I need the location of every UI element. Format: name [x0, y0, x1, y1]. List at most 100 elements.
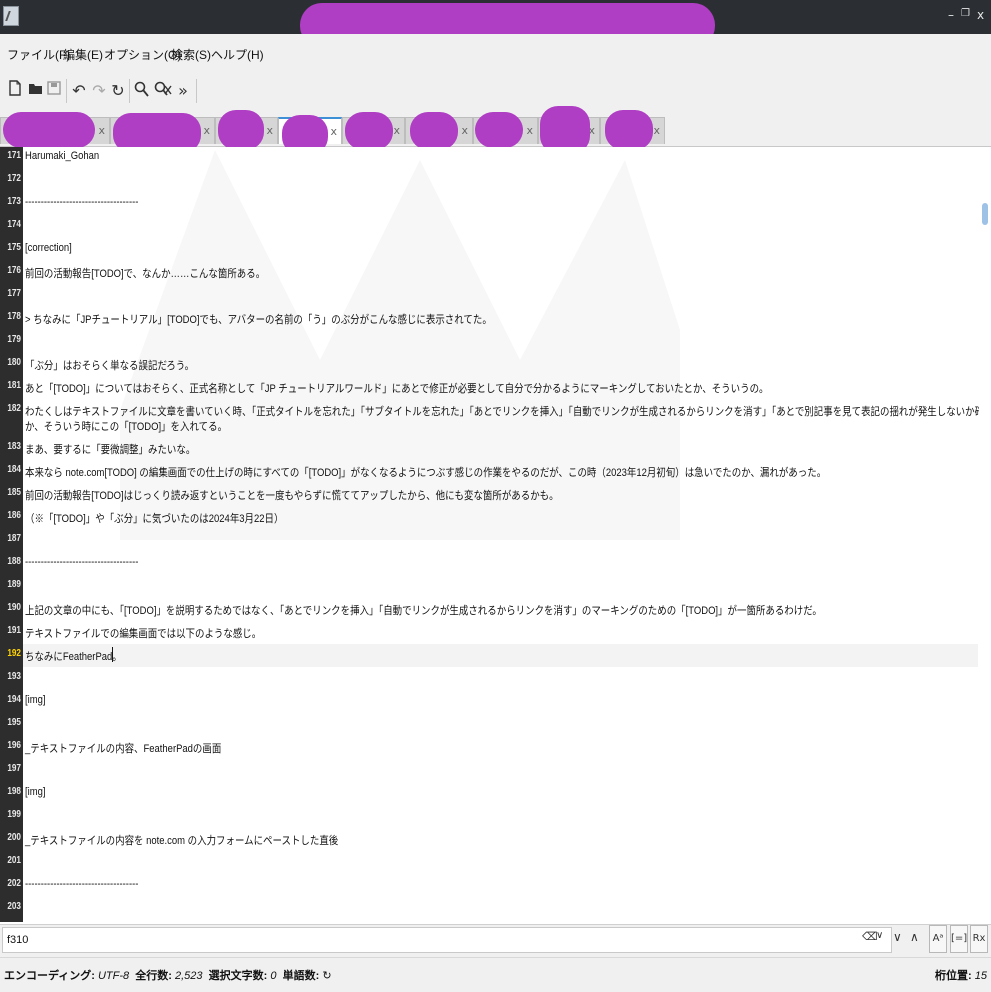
menu-help[interactable]: ヘルプ(H)	[211, 46, 264, 63]
status-info: エンコーディング: UTF-8 全行数: 2,523 選択文字数: 0 単語数:…	[4, 967, 332, 983]
menu-search[interactable]: 検索(S)	[171, 46, 211, 63]
cursor-column: 桁位置: 15	[935, 967, 987, 983]
line-number: 196	[7, 739, 21, 751]
selection-label: 選択文字数:	[208, 970, 268, 982]
line-number: 179	[7, 334, 21, 345]
redacted-tab-title	[218, 110, 264, 150]
menu-edit[interactable]: 編集(E)	[63, 46, 103, 63]
line-text: ------------------------------------	[25, 877, 139, 890]
line-number: 198	[7, 785, 21, 797]
encoding-label: エンコーディング:	[4, 970, 95, 982]
line-text: 上記の文章の中にも、「[TODO]」を説明するためではなく、「あとでリンクを挿入…	[25, 604, 822, 617]
line-number: 199	[7, 808, 21, 820]
line-number: 193	[7, 670, 21, 682]
minimize-button[interactable]: –	[948, 8, 954, 22]
line-text: [img]	[25, 693, 46, 706]
replace-icon[interactable]	[154, 80, 172, 102]
line-number: 182	[7, 403, 21, 414]
lines-value: 2,523	[175, 970, 203, 982]
line-number: 194	[7, 693, 21, 705]
line-text: 「ぶ分」はおそらく単なる誤記だろう。	[25, 360, 195, 372]
line-text: 前回の活動報告[TODO]はじっくり読み返すということを一度もやらずに慌ててアッ…	[25, 489, 559, 502]
search-history-dropdown[interactable]: ∨	[876, 930, 883, 941]
open-file-icon[interactable]	[26, 80, 44, 102]
reload-icon[interactable]: ↻	[109, 80, 127, 102]
line-number: 191	[7, 624, 21, 636]
line-number: 180	[7, 357, 21, 368]
line-number: 202	[7, 877, 21, 889]
tab-close-icon[interactable]: x	[330, 125, 337, 138]
tab-close-icon[interactable]: x	[393, 124, 400, 137]
tab-close-icon[interactable]: x	[653, 124, 660, 137]
tab-close-icon[interactable]: x	[461, 124, 468, 137]
line-number: 185	[7, 486, 21, 498]
tab-close-icon[interactable]: x	[526, 124, 533, 137]
vertical-scrollbar[interactable]	[979, 147, 991, 922]
new-file-icon[interactable]	[6, 80, 24, 102]
scrollbar-thumb[interactable]	[982, 203, 988, 225]
line-text: あと「[TODO]」についてはおそらく、正式名称として「JP チュートリアルワー…	[25, 383, 769, 395]
line-number: 178	[7, 311, 21, 322]
line-text: [correction]	[25, 242, 72, 254]
refresh-word-count-icon[interactable]: ↻	[322, 970, 331, 982]
tab-close-icon[interactable]: x	[266, 124, 273, 137]
line-number: 171	[7, 150, 21, 161]
close-window-button[interactable]: x	[977, 8, 984, 22]
line-text: ------------------------------------	[25, 555, 139, 568]
line-number: 188	[7, 555, 21, 567]
line-number: 192	[7, 647, 21, 659]
lines-label: 全行数:	[135, 970, 172, 982]
current-line-highlight	[23, 643, 978, 667]
line-text: _テキストファイルの内容、FeatherPadの画面	[25, 742, 222, 755]
toolbar-separator	[196, 79, 197, 103]
restore-button[interactable]: ❐	[961, 8, 970, 19]
editor-lines: 171 Harumaki_Gohan 172 173 -----------------…	[0, 147, 991, 922]
more-icon[interactable]: »	[174, 80, 192, 102]
line-number: 200	[7, 831, 21, 843]
menu-file[interactable]: ファイル(F)	[7, 46, 70, 63]
line-number: 189	[7, 578, 21, 590]
line-number: 176	[7, 265, 21, 276]
column-value: 15	[974, 970, 987, 982]
redacted-tab-title	[3, 112, 95, 148]
line-text: [img]	[25, 785, 46, 798]
tab-close-icon[interactable]: x	[98, 124, 105, 137]
line-text: > ちなみに「JPチュートリアル」[TODO]でも、アバターの名前の「う」のぶ分…	[25, 314, 492, 326]
line-text: わたくしはテキストファイルに文章を書いていく時、「正式タイトルを忘れた」「サブタ…	[25, 406, 991, 418]
tab-close-icon[interactable]: x	[203, 124, 210, 137]
line-text: （※「[TODO]」や「ぶ分」に気づいたのは2024年3月22日）	[25, 512, 284, 525]
find-icon[interactable]	[133, 80, 151, 102]
line-text: Harumaki_Gohan	[25, 150, 100, 162]
line-number: 203	[7, 900, 21, 912]
redacted-tab-title	[475, 112, 523, 148]
line-text: ------------------------------------	[25, 196, 139, 208]
regex-toggle[interactable]: Rx	[970, 925, 988, 953]
line-number: 190	[7, 601, 21, 613]
line-text: _テキストファイルの内容を note.com の入力フォームにペーストした直後	[25, 834, 339, 847]
menu-options[interactable]: オプション(O)	[104, 46, 181, 63]
line-number: 177	[7, 288, 21, 299]
line-text: まあ、要するに「要微調整」みたいな。	[25, 443, 196, 456]
featherpad-app-icon	[3, 6, 19, 26]
find-previous-button[interactable]: ∧	[910, 930, 919, 944]
line-number: 175	[7, 242, 21, 253]
line-number: 187	[7, 532, 21, 544]
toolbar-separator	[129, 79, 130, 103]
match-case-toggle[interactable]: Aᵃ	[929, 925, 947, 953]
line-text: ちなみにFeatherPad。	[25, 650, 122, 663]
find-next-button[interactable]: ∨	[893, 930, 902, 944]
search-input[interactable]: f310	[2, 927, 892, 953]
save-icon[interactable]	[45, 80, 63, 102]
line-text: 前回の活動報告[TODO]で、なんか……こんな箇所ある。	[25, 268, 266, 280]
redacted-tab-title	[345, 112, 393, 150]
whole-word-toggle[interactable]: [=]	[950, 925, 968, 953]
line-number: 201	[7, 854, 21, 866]
line-text-continued: か、そういう時にこの「[TODO]」を入れてる。	[25, 421, 228, 433]
line-number: 173	[7, 196, 21, 207]
selection-value: 0	[270, 970, 277, 982]
line-number: 174	[7, 219, 21, 230]
undo-icon[interactable]: ↶	[70, 80, 88, 102]
encoding-value: UTF-8	[97, 970, 130, 982]
line-number: 181	[7, 380, 21, 391]
words-label: 単語数:	[282, 970, 320, 982]
